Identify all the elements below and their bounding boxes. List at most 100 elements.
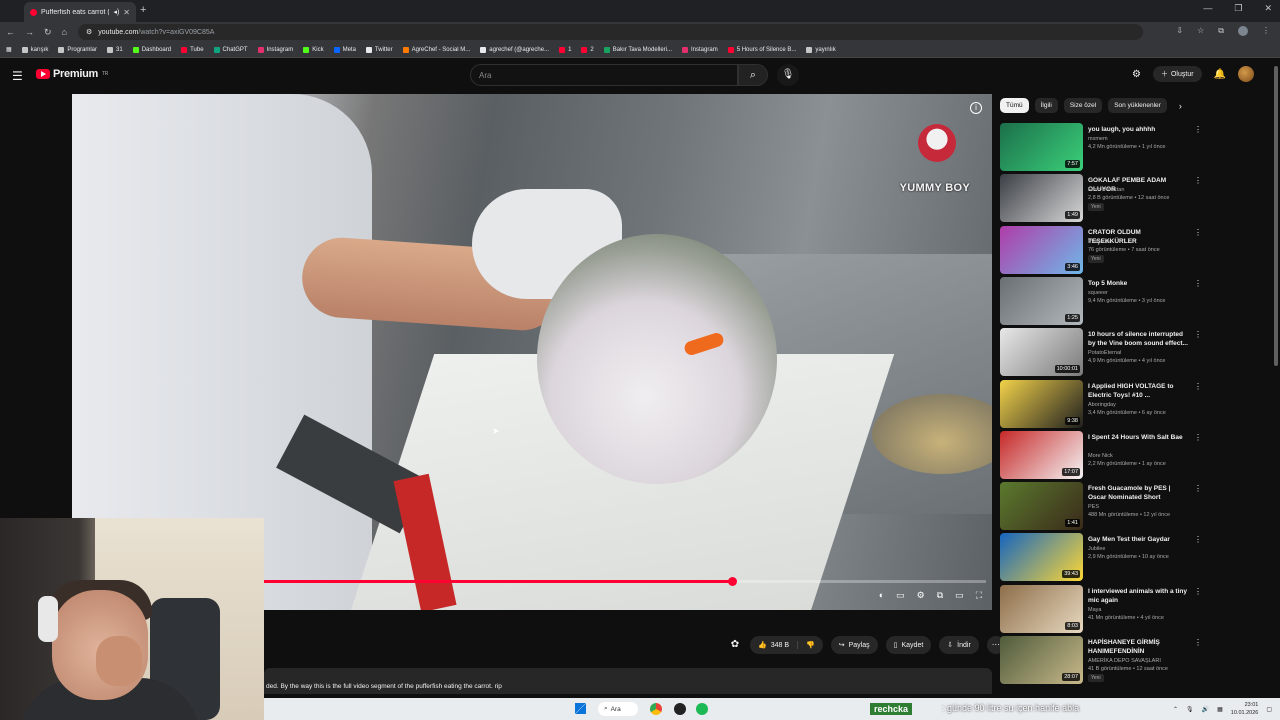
more-options-icon[interactable]: ⋮ [1194,125,1202,134]
video-thumbnail[interactable]: 1:41 [1000,482,1083,531]
chevron-right-icon[interactable]: › [1179,101,1182,111]
new-tab-icon[interactable]: + [140,4,146,16]
theater-icon[interactable]: ▭ [955,590,964,601]
bookmark-item[interactable]: 31 [107,46,123,53]
more-options-icon[interactable]: ⋮ [1194,330,1202,339]
minimize-icon[interactable]: — [1203,3,1212,14]
voice-search-icon[interactable]: 🎙 [777,64,799,86]
more-options-icon[interactable]: ⋮ [1194,382,1202,391]
related-video-title[interactable]: Gay Men Test their Gaydar [1088,535,1188,544]
video-thumbnail[interactable]: 1:25 [1000,276,1083,325]
bookmark-item[interactable]: agrechef (@agreche... [480,46,549,53]
tab-active[interactable]: Pufferfish eats carrot (full v... ◂) ✕ [24,2,136,22]
bookmark-item[interactable]: 5 Hours of Silence B... [727,46,796,53]
related-video-channel[interactable]: Maya [1088,607,1101,613]
bookmark-item[interactable]: Bakır Tava Modelleri... [603,46,672,53]
search-icon[interactable]: ⌕ [738,64,768,86]
share-button[interactable]: ↪ Paylaş [830,636,878,654]
info-icon[interactable]: i [970,102,982,114]
video-description[interactable]: ded. By the way this is the full video s… [264,668,992,694]
bookmark-item[interactable]: Programlar [58,46,97,53]
clock[interactable]: 23:01 10.01.2026 [1231,701,1259,717]
more-options-icon[interactable]: ⋮ [1194,176,1202,185]
bookmark-item[interactable]: Twitter [365,46,393,53]
autoplay-icon[interactable]: ◐ [879,590,884,601]
save-button[interactable]: ▯ Kaydet [885,636,932,654]
bookmark-item[interactable]: Kick [303,46,324,53]
related-video-item[interactable]: 39:43 Gay Men Test their Gaydar Jubilee 2,9… [1000,533,1270,582]
install-icon[interactable]: ⇩ [1176,26,1183,36]
video-thumbnail[interactable]: 7:57 [1000,123,1083,171]
related-video-item[interactable]: 28:07 HAPİSHANEYE GİRMİŞ HANIMEFENDİNİN D… [1000,636,1270,684]
related-video-title[interactable]: you laugh, you ahhhh [1088,125,1188,134]
video-thumbnail[interactable]: 8:03 [1000,584,1083,633]
related-video-title[interactable]: Fresh Guacamole by PES | Oscar Nominated… [1088,484,1188,502]
miniplayer-icon[interactable]: ⧉ [937,590,943,601]
related-video-channel[interactable]: PES [1088,504,1099,510]
close-window-icon[interactable]: ✕ [1264,3,1272,14]
video-thumbnail[interactable]: 10:00:01 [1000,328,1083,377]
create-button[interactable]: ＋ Oluştur [1152,66,1202,82]
video-thumbnail[interactable]: 1:49 [1000,174,1083,223]
more-options-icon[interactable]: ⋮ [1194,433,1202,442]
bookmark-item[interactable]: AgreChef - Social M... [402,46,470,53]
page-scrollbar[interactable] [1274,66,1278,366]
network-icon[interactable]: ▦ [1217,706,1223,713]
related-video-item[interactable]: 10:00:01 10 hours of silence interrupted … [1000,328,1270,377]
related-video-item[interactable]: 1:49 GOKALAF PEMBE ADAM OLUYOR Emin Dorukt… [1000,174,1270,223]
related-video-channel[interactable]: PotatoEternal [1088,350,1121,356]
related-video-item[interactable]: 1:25 Top 5 Monke squeeer 9,4 Mn görüntüleme… [1000,276,1270,325]
maximize-icon[interactable]: ❐ [1234,3,1242,14]
bookmark-item[interactable]: Instagram [257,46,293,53]
related-video-title[interactable]: Top 5 Monke [1088,279,1188,288]
bookmark-item[interactable]: Tube [181,46,204,53]
bookmark-item[interactable]: 2 [581,46,594,53]
close-tab-icon[interactable]: ✕ [123,8,130,17]
related-video-item[interactable]: 1:41 Fresh Guacamole by PES | Oscar Nomin… [1000,482,1270,531]
app-icon[interactable] [674,703,686,715]
channel-badge-icon[interactable]: ✿ [728,638,742,652]
more-options-icon[interactable]: ⋮ [1194,638,1202,647]
related-video-title[interactable]: I Spent 24 Hours With Salt Bae [1088,433,1188,442]
bookmark-item[interactable]: ChatGPT [213,46,248,53]
related-video-item[interactable]: 7:57 you laugh, you ahhhh mxmem 4,2 Mn görü… [1000,123,1270,171]
subtitles-icon[interactable]: ▭ [896,590,905,601]
filter-chip[interactable]: Son yüklenenler [1108,98,1167,113]
profile-avatar[interactable] [1238,26,1248,36]
mic-icon[interactable]: 🎙 [1186,706,1194,713]
settings-icon[interactable]: ⚙ [917,590,925,601]
more-options-icon[interactable]: ⋮ [1194,279,1202,288]
related-video-item[interactable]: 3:46 CRATOR OLDUM TEŞEKKÜRLER Pkid sude 76 … [1000,225,1270,274]
related-video-channel[interactable]: More Nick [1088,453,1113,459]
notifications-icon[interactable]: 🔔 [1214,69,1226,80]
video-thumbnail[interactable]: 9:38 [1000,379,1083,428]
related-video-channel[interactable]: Pkid sude [1088,239,1112,245]
related-video-title[interactable]: 10 hours of silence interrupted by the V… [1088,330,1188,348]
apps-icon[interactable]: ▦ [6,46,12,53]
spotify-icon[interactable] [696,703,708,715]
download-button[interactable]: ⇩ İndir [939,636,979,654]
back-icon[interactable]: ← [6,27,15,37]
related-video-channel[interactable]: Jubilee [1088,546,1105,552]
volume-icon[interactable]: 🔊 [1202,706,1209,713]
bookmark-item[interactable]: Instagram [682,46,718,53]
filter-chip[interactable]: Size özel [1063,98,1103,113]
guide-menu-icon[interactable]: ☰ [12,69,23,83]
related-video-channel[interactable]: Aboringday [1088,402,1116,408]
video-thumbnail[interactable]: 3:46 [1000,225,1083,274]
bookmark-star-icon[interactable]: ☆ [1197,26,1204,36]
related-video-title[interactable]: I interviewed animals with a tiny mic ag… [1088,587,1188,605]
audio-icon[interactable]: ◂) [113,8,119,16]
bookmark-item[interactable]: 1 [559,46,571,53]
related-video-channel[interactable]: Emin Doruktan [1088,187,1124,193]
bookmark-item[interactable]: yayınlık [806,46,836,53]
related-video-channel[interactable]: AMERİKA DEPO SAVAŞLARI [1088,658,1161,664]
dislike-button[interactable]: 👎 [798,641,823,649]
youtube-premium-logo[interactable]: Premium TR [36,68,108,80]
progress-bar[interactable] [264,577,986,586]
notification-icon[interactable]: ▢ [1266,706,1272,713]
bookmark-item[interactable]: karışık [21,46,48,53]
video-thumbnail[interactable]: 28:07 [1000,636,1083,684]
forward-icon[interactable]: → [25,27,34,37]
related-video-channel[interactable]: mxmem [1088,136,1108,142]
